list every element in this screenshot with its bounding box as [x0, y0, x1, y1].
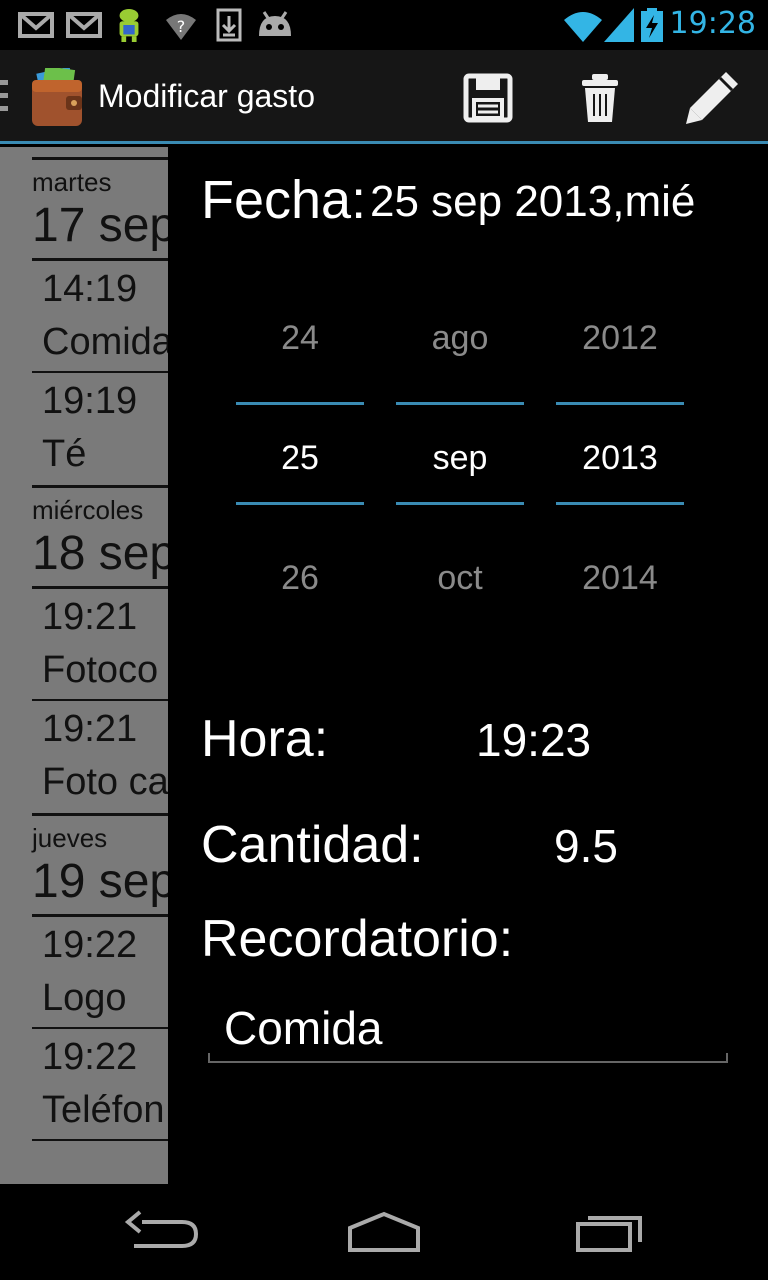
wifi-question-icon: ? — [166, 14, 196, 40]
month-current[interactable]: sep — [396, 439, 524, 478]
day-name: jueves — [32, 823, 108, 853]
pencil-icon[interactable] — [682, 68, 742, 128]
input-edge — [208, 1053, 210, 1063]
signal-icon — [604, 8, 634, 42]
drawer-indicator-icon[interactable] — [0, 80, 10, 112]
expense-list: martes 17 sep 14:19 Comida 19:19 Té miér… — [0, 147, 168, 1184]
recordatorio-input[interactable] — [208, 995, 728, 1063]
year-next[interactable]: 2014 — [556, 559, 684, 598]
list-item[interactable]: 14:19 Comida — [32, 261, 168, 373]
entry-desc: Logo — [42, 977, 127, 1019]
entry-desc: Té — [42, 433, 87, 475]
list-item[interactable]: 19:21 Foto ca — [32, 701, 168, 813]
fecha-value: 25 sep 2013,mié — [370, 177, 696, 226]
hora-value[interactable]: 19:23 — [476, 713, 591, 767]
android-head-icon — [259, 11, 291, 36]
input-edge — [726, 1053, 728, 1063]
cantidad-value[interactable]: 9.5 — [554, 819, 618, 873]
wifi-icon — [564, 12, 602, 42]
list-item[interactable]: 19:22 Teléfon — [32, 1029, 168, 1141]
entry-time: 19:22 — [42, 924, 138, 966]
day-prev[interactable]: 24 — [236, 319, 364, 358]
action-bar: Modificar gasto — [0, 50, 768, 144]
entry-desc: Fotoco — [42, 649, 159, 691]
month-picker[interactable]: ago sep oct — [396, 297, 524, 617]
entry-time: 19:19 — [42, 380, 138, 422]
back-icon[interactable] — [112, 1204, 212, 1260]
day-picker[interactable]: 24 25 26 — [236, 297, 364, 617]
cantidad-label: Cantidad: — [201, 816, 424, 874]
list-item[interactable]: 19:19 Té — [32, 373, 168, 485]
year-prev[interactable]: 2012 — [556, 319, 684, 358]
entry-time: 14:19 — [42, 268, 138, 310]
year-current[interactable]: 2013 — [556, 439, 684, 478]
picker-divider — [396, 502, 524, 505]
save-icon[interactable] — [458, 68, 518, 128]
list-item[interactable]: 19:22 Logo — [32, 917, 168, 1029]
month-next[interactable]: oct — [396, 559, 524, 598]
day-header[interactable]: miércoles 18 sep — [32, 485, 168, 589]
day-date: 18 sep — [32, 527, 168, 580]
clock: 19:28 — [669, 6, 756, 41]
entry-time: 19:21 — [42, 596, 138, 638]
battery-charging-icon — [641, 8, 663, 42]
trash-icon[interactable] — [570, 68, 630, 128]
picker-divider — [396, 402, 524, 405]
year-picker[interactable]: 2012 2013 2014 — [556, 297, 684, 617]
gmail-icon — [18, 12, 54, 38]
hora-label: Hora: — [201, 710, 329, 768]
day-name: martes — [32, 167, 112, 197]
home-icon[interactable] — [334, 1204, 434, 1260]
day-header[interactable]: martes 17 sep — [32, 157, 168, 261]
recordatorio-label: Recordatorio: — [201, 910, 514, 968]
day-current[interactable]: 25 — [236, 439, 364, 478]
day-next[interactable]: 26 — [236, 559, 364, 598]
edit-expense-panel: Fecha: 25 sep 2013,mié 24 25 26 ago sep … — [168, 147, 768, 1184]
entry-desc: Foto ca — [42, 761, 168, 803]
gmail-icon — [66, 12, 102, 38]
entry-time: 19:21 — [42, 708, 138, 750]
day-name: miércoles — [32, 495, 144, 525]
wallet-logo-icon[interactable] — [30, 68, 84, 128]
entry-time: 19:22 — [42, 1036, 138, 1078]
svg-text:?: ? — [177, 17, 186, 36]
page-title: Modificar gasto — [98, 78, 315, 114]
month-prev[interactable]: ago — [396, 319, 524, 358]
download-icon — [216, 8, 242, 42]
picker-divider — [236, 402, 364, 405]
android-icon — [119, 8, 139, 42]
fecha-label: Fecha: — [201, 170, 367, 230]
day-date: 19 sep — [32, 855, 168, 908]
entry-desc: Teléfon — [42, 1089, 165, 1131]
picker-divider — [556, 402, 684, 405]
entry-desc: Comida — [42, 321, 168, 363]
navigation-bar — [0, 1184, 768, 1280]
day-date: 17 sep — [32, 199, 168, 252]
picker-divider — [556, 502, 684, 505]
status-bar: ? 19:28 — [0, 0, 768, 50]
list-item[interactable]: 19:21 Fotoco — [32, 589, 168, 701]
day-header[interactable]: jueves 19 sep — [32, 813, 168, 917]
picker-divider — [236, 502, 364, 505]
recents-icon[interactable] — [562, 1204, 662, 1260]
